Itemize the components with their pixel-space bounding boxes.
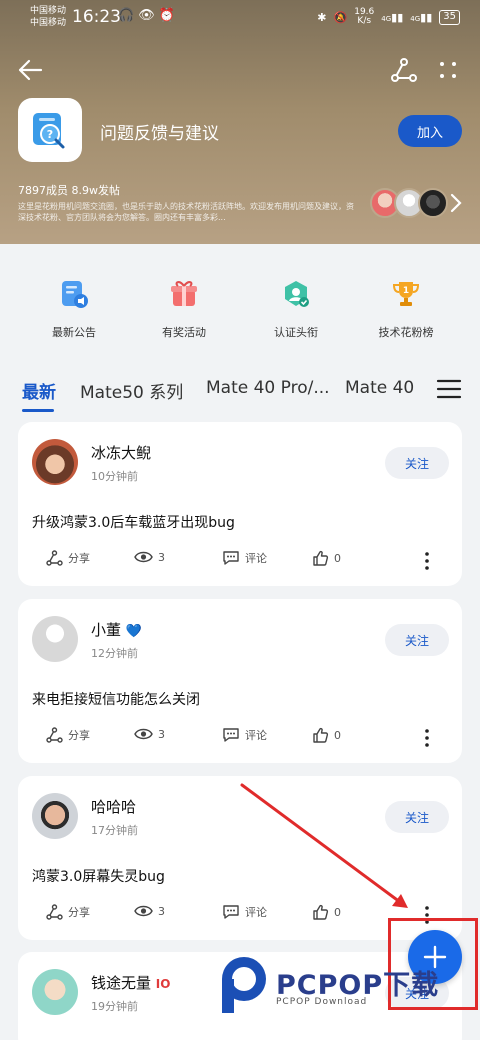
- watermark-sub: PCPOP Download: [276, 997, 368, 1007]
- annotation-arrow: [240, 783, 408, 908]
- pcpop-logo-icon: [222, 957, 266, 1013]
- watermark: PCPOP下载 PCPOP Download: [218, 955, 468, 1015]
